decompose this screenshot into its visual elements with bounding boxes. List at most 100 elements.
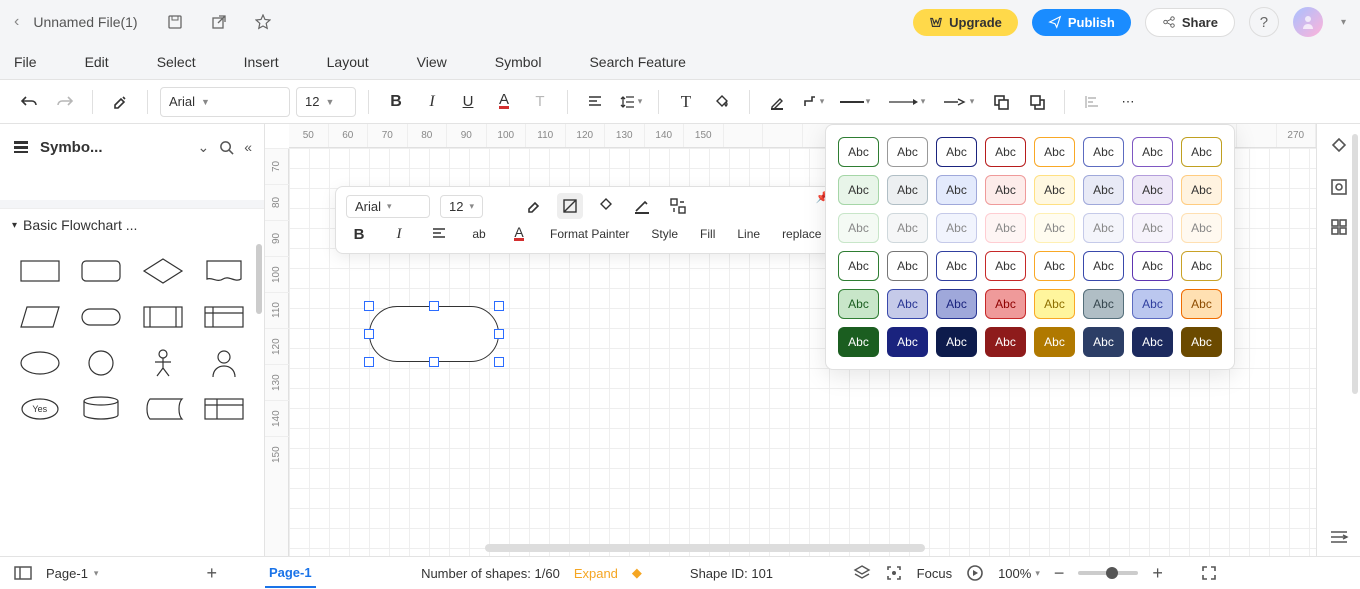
- layers-icon[interactable]: [853, 564, 871, 582]
- shape-card[interactable]: [197, 389, 253, 429]
- float-replace-icon[interactable]: [665, 193, 691, 219]
- selected-shape[interactable]: [369, 306, 499, 362]
- float-format-painter-label[interactable]: Format Painter: [546, 225, 633, 243]
- resize-handle[interactable]: [494, 329, 504, 339]
- style-swatch[interactable]: Abc: [985, 175, 1026, 205]
- float-style-label[interactable]: Style: [647, 225, 682, 243]
- zoom-level[interactable]: 100%▾: [998, 566, 1040, 581]
- line-end-button[interactable]: ▾: [938, 87, 980, 117]
- style-swatch[interactable]: Abc: [838, 289, 879, 319]
- redo-button[interactable]: [50, 87, 80, 117]
- menu-symbol[interactable]: Symbol: [495, 54, 542, 70]
- menu-edit[interactable]: Edit: [85, 54, 109, 70]
- shape-process[interactable]: [12, 251, 68, 291]
- style-swatch[interactable]: Abc: [1034, 213, 1075, 243]
- canvas-h-scrollbar[interactable]: [485, 544, 925, 552]
- arrow-style-button[interactable]: ▾: [882, 87, 932, 117]
- style-swatch[interactable]: Abc: [1132, 251, 1173, 281]
- format-painter-button[interactable]: [105, 87, 135, 117]
- italic-button[interactable]: I: [417, 87, 447, 117]
- style-swatch[interactable]: Abc: [1132, 175, 1173, 205]
- shape-decision[interactable]: [135, 251, 191, 291]
- line-spacing-button[interactable]: ▾: [616, 87, 646, 117]
- align-button[interactable]: [580, 87, 610, 117]
- right-scrollbar[interactable]: [1352, 134, 1358, 394]
- style-swatch[interactable]: Abc: [887, 137, 928, 167]
- style-swatch[interactable]: Abc: [1083, 175, 1124, 205]
- align-objects-button[interactable]: [1077, 87, 1107, 117]
- zoom-in-button[interactable]: +: [1152, 563, 1163, 584]
- shape-database[interactable]: [74, 389, 130, 429]
- resize-handle[interactable]: [429, 301, 439, 311]
- add-page-button[interactable]: +: [206, 563, 217, 584]
- style-swatch[interactable]: Abc: [887, 175, 928, 205]
- font-color-button[interactable]: A: [489, 87, 519, 117]
- font-size-select[interactable]: 12▼: [296, 87, 356, 117]
- style-swatch[interactable]: Abc: [1181, 175, 1222, 205]
- style-swatch[interactable]: Abc: [985, 213, 1026, 243]
- upgrade-button[interactable]: Upgrade: [913, 9, 1018, 36]
- style-swatch[interactable]: Abc: [936, 251, 977, 281]
- style-swatch[interactable]: Abc: [1132, 137, 1173, 167]
- resize-handle[interactable]: [429, 357, 439, 367]
- style-swatch[interactable]: Abc: [1034, 251, 1075, 281]
- style-swatch[interactable]: Abc: [838, 213, 879, 243]
- float-text-case-button[interactable]: ab: [466, 221, 492, 247]
- style-swatch[interactable]: Abc: [887, 289, 928, 319]
- style-swatch[interactable]: Abc: [887, 327, 928, 357]
- shape-ellipse[interactable]: [12, 343, 68, 383]
- expand-link[interactable]: Expand: [574, 566, 618, 581]
- style-swatch[interactable]: Abc: [1181, 213, 1222, 243]
- style-swatch[interactable]: Abc: [1181, 137, 1222, 167]
- style-swatch[interactable]: Abc: [1083, 327, 1124, 357]
- menu-search-feature[interactable]: Search Feature: [589, 54, 686, 70]
- float-italic-button[interactable]: I: [386, 221, 412, 247]
- share-button[interactable]: Share: [1145, 8, 1235, 37]
- connector-button[interactable]: ▾: [798, 87, 828, 117]
- clear-format-button[interactable]: T: [525, 87, 555, 117]
- shape-user[interactable]: [197, 343, 253, 383]
- resize-handle[interactable]: [494, 301, 504, 311]
- fullscreen-icon[interactable]: [1201, 565, 1217, 581]
- style-swatch[interactable]: Abc: [1034, 137, 1075, 167]
- zoom-slider[interactable]: [1078, 571, 1138, 575]
- shape-rounded-rect[interactable]: [74, 251, 130, 291]
- fill-button[interactable]: [707, 87, 737, 117]
- save-icon[interactable]: [166, 13, 184, 31]
- style-swatch[interactable]: Abc: [838, 175, 879, 205]
- search-icon[interactable]: [219, 140, 234, 155]
- style-swatch[interactable]: Abc: [1083, 289, 1124, 319]
- shape-document[interactable]: [197, 251, 253, 291]
- float-font-size-select[interactable]: 12▾: [440, 195, 483, 218]
- panel-scrollbar[interactable]: [256, 244, 262, 314]
- open-external-icon[interactable]: [210, 13, 228, 31]
- style-swatch[interactable]: Abc: [1181, 289, 1222, 319]
- file-title[interactable]: Unnamed File(1): [33, 14, 137, 30]
- line-color-button[interactable]: [762, 87, 792, 117]
- zoom-out-button[interactable]: −: [1054, 563, 1065, 584]
- style-swatch[interactable]: Abc: [936, 175, 977, 205]
- style-swatch[interactable]: Abc: [1034, 327, 1075, 357]
- style-swatch[interactable]: Abc: [1034, 175, 1075, 205]
- style-swatch[interactable]: Abc: [985, 289, 1026, 319]
- style-swatch[interactable]: Abc: [985, 327, 1026, 357]
- bold-button[interactable]: B: [381, 87, 411, 117]
- menu-select[interactable]: Select: [157, 54, 196, 70]
- float-replace-label[interactable]: replace: [778, 225, 825, 243]
- style-swatch[interactable]: Abc: [838, 137, 879, 167]
- float-fill-label[interactable]: Fill: [696, 225, 719, 243]
- avatar[interactable]: [1293, 7, 1323, 37]
- style-swatch[interactable]: Abc: [1132, 289, 1173, 319]
- back-button[interactable]: ‹: [14, 13, 19, 31]
- shape-data[interactable]: [12, 297, 68, 337]
- float-line-label[interactable]: Line: [733, 225, 764, 243]
- style-swatch[interactable]: Abc: [1034, 289, 1075, 319]
- expand-right-panel-icon[interactable]: [1328, 526, 1350, 548]
- style-swatch[interactable]: Abc: [838, 327, 879, 357]
- style-swatch[interactable]: Abc: [1132, 327, 1173, 357]
- style-swatch[interactable]: Abc: [887, 251, 928, 281]
- float-style-icon[interactable]: [557, 193, 583, 219]
- publish-button[interactable]: Publish: [1032, 9, 1131, 36]
- more-button[interactable]: ⋯: [1113, 87, 1143, 117]
- line-style-button[interactable]: ▾: [834, 87, 876, 117]
